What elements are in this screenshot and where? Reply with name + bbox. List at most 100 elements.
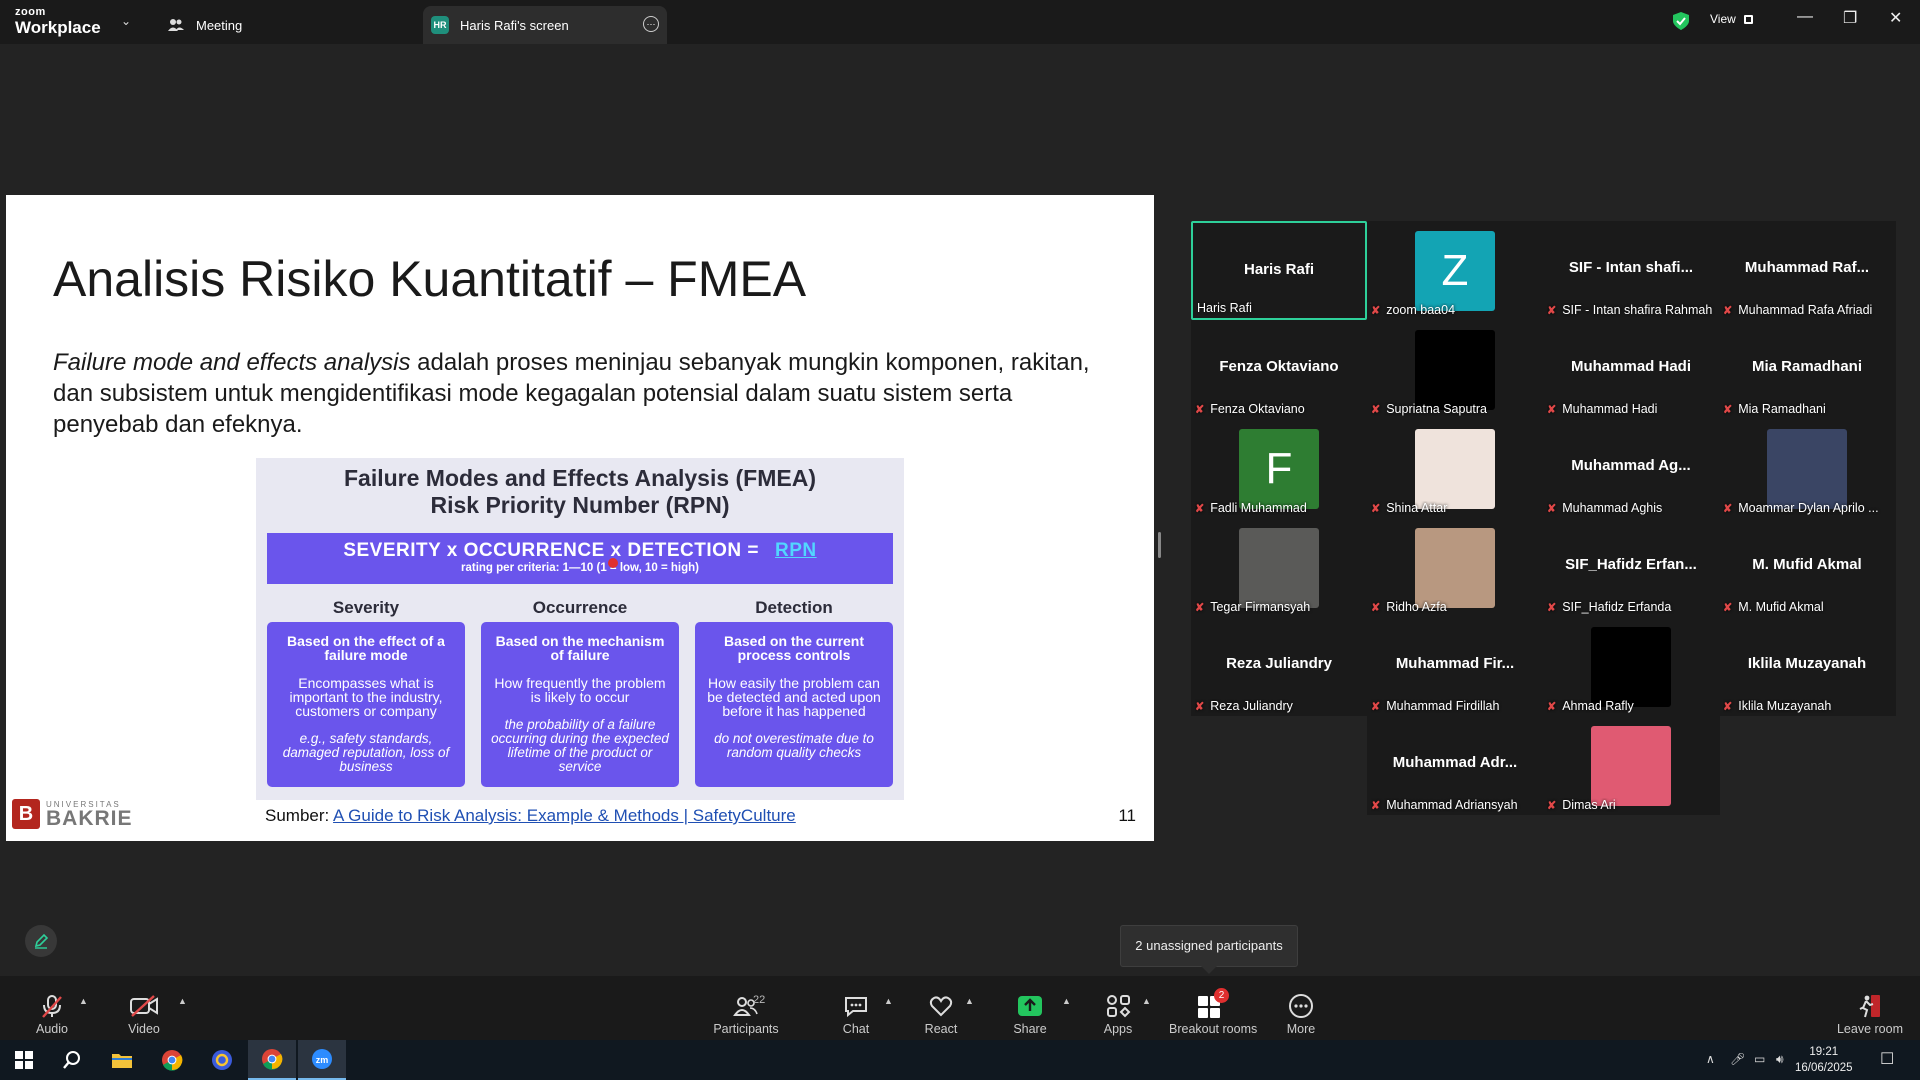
participant-name-label: ✘ Ahmad Rafly	[1547, 699, 1717, 713]
participant-tile[interactable]: Muhammad Ag... ✘ Muhammad Aghis	[1543, 419, 1719, 518]
chrome-taskbar[interactable]	[148, 1040, 196, 1080]
react-options-caret-icon[interactable]: ▲	[965, 996, 974, 1006]
participant-tile[interactable]: Mia Ramadhani ✘ Mia Ramadhani	[1719, 320, 1895, 419]
slide-source: Sumber: A Guide to Risk Analysis: Exampl…	[265, 806, 796, 826]
participant-tile[interactable]: Muhammad Adr... ✘ Muhammad Adriansyah	[1367, 716, 1543, 815]
close-icon[interactable]: ✕	[1889, 8, 1902, 28]
avatar: F	[1239, 429, 1319, 509]
annotate-button[interactable]	[25, 925, 57, 957]
audio-options-caret-icon[interactable]: ▲	[79, 996, 88, 1006]
participant-tile[interactable]: Reza Juliandry ✘ Reza Juliandry	[1191, 617, 1367, 716]
notifications-icon[interactable]: ☐	[1880, 1049, 1894, 1069]
participant-tile[interactable]: Iklila Muzayanah ✘ Iklila Muzayanah	[1719, 617, 1895, 716]
participant-display-name: Muhammad Hadi	[1570, 358, 1691, 375]
start-button[interactable]	[0, 1040, 48, 1080]
apps-options-caret-icon[interactable]: ▲	[1142, 996, 1151, 1006]
leave-room-button[interactable]: Leave room	[1830, 992, 1910, 1036]
view-label: View	[1710, 12, 1736, 26]
participant-tile[interactable]: ✘ Shina Attar	[1367, 419, 1543, 518]
source-link[interactable]: A Guide to Risk Analysis: Example & Meth…	[333, 806, 796, 825]
resize-handle[interactable]	[1158, 532, 1161, 558]
participant-tile[interactable]: M. Mufid Akmal ✘ M. Mufid Akmal	[1719, 518, 1895, 617]
avatar	[1591, 627, 1671, 707]
mic-muted-icon	[42, 995, 62, 1018]
participant-name: Fenza Oktaviano	[1210, 402, 1305, 416]
microphone-icon[interactable]: 🎤︎	[1730, 1052, 1745, 1066]
participant-tile[interactable]: ✘ Moammar Dylan Aprilo ...	[1719, 419, 1895, 518]
participant-tile[interactable]: SIF - Intan shafi... ✘ SIF - Intan shafira…	[1543, 221, 1719, 320]
participant-name: Iklila Muzayanah	[1738, 699, 1832, 713]
view-button[interactable]: View	[1710, 12, 1753, 26]
zoom-taskbar[interactable]: zm	[298, 1040, 346, 1080]
logo-big-text: Workplace	[15, 18, 101, 37]
participant-tile[interactable]: Muhammad Raf... ✘ Muhammad Rafa Afriadi	[1719, 221, 1895, 320]
avatar: HR	[431, 16, 449, 34]
volume-icon[interactable]: 🔊︎	[1776, 1052, 1784, 1067]
infographic-title-line-1: Failure Modes and Effects Analysis (FMEA…	[343, 465, 817, 491]
share-options-caret-icon[interactable]: ▲	[1062, 996, 1071, 1006]
participant-name: Muhammad Hadi	[1562, 402, 1658, 416]
participant-tile[interactable]: Muhammad Fir... ✘ Muhammad Firdillah	[1367, 617, 1543, 716]
severity-card: Based on the effect of a failure mode En…	[267, 622, 465, 787]
chat-options-caret-icon[interactable]: ▲	[884, 996, 893, 1006]
participant-name-label: ✘ Shina Attar	[1371, 501, 1541, 515]
participant-tile[interactable]: Fenza Oktaviano ✘ Fenza Oktaviano	[1191, 320, 1367, 419]
video-options-caret-icon[interactable]: ▲	[178, 996, 187, 1006]
fmea-infographic: Failure Modes and Effects Analysis (FMEA…	[256, 458, 904, 800]
share-button[interactable]: Share	[990, 992, 1070, 1036]
mic-muted-icon: ✘	[1723, 700, 1733, 713]
tab-meeting-label: Meeting	[196, 17, 243, 33]
chrome-profile-taskbar[interactable]	[248, 1040, 296, 1080]
tab-meeting[interactable]: Meeting	[168, 6, 242, 44]
detection-heading: Detection	[755, 598, 833, 617]
participant-tile[interactable]: SIF_Hafidz Erfan... ✘ SIF_Hafidz Erfanda	[1543, 518, 1719, 617]
zoom-app-icon: zm	[312, 1049, 332, 1069]
participant-tile[interactable]: F ✘ Fadli Muhammad	[1191, 419, 1367, 518]
network-icon[interactable]: ▭	[1754, 1052, 1765, 1066]
windows-logo-icon	[15, 1051, 33, 1069]
participant-display-name: SIF - Intan shafi...	[1568, 259, 1694, 276]
participant-name: M. Mufid Akmal	[1738, 600, 1824, 614]
file-explorer-taskbar[interactable]	[98, 1040, 146, 1080]
participant-tile[interactable]: ✘ Tegar Firmansyah	[1191, 518, 1367, 617]
meeting-toolbar: Audio ▲ Video ▲ 22 Participants Chat ▲ R…	[0, 976, 1920, 1040]
search-button[interactable]	[48, 1040, 96, 1080]
restore-icon[interactable]: ❐	[1843, 8, 1857, 28]
system-clock[interactable]: 19:21 16/06/2025	[1795, 1044, 1853, 1076]
participant-name: Muhammad Rafa Afriadi	[1738, 303, 1873, 317]
chevron-down-icon[interactable]: ⌄	[121, 14, 131, 28]
app-taskbar[interactable]	[198, 1040, 246, 1080]
participant-tile[interactable]: ✘ Dimas Ari	[1543, 716, 1719, 815]
participants-button[interactable]: 22 Participants	[706, 992, 786, 1036]
participant-name-label: ✘ Mia Ramadhani	[1723, 402, 1893, 416]
participant-tile[interactable]: ✘ Ahmad Rafly	[1543, 617, 1719, 716]
mic-muted-icon: ✘	[1547, 601, 1557, 614]
participant-tile[interactable]: ✘ Ridho Azfa	[1367, 518, 1543, 617]
avatar	[1415, 429, 1495, 509]
chrome-icon	[162, 1050, 183, 1071]
video-button[interactable]: Video	[104, 992, 184, 1036]
avatar: Z	[1415, 231, 1495, 311]
participant-tile[interactable]: Muhammad Hadi ✘ Muhammad Hadi	[1543, 320, 1719, 419]
breakout-rooms-button[interactable]: 2 Breakout rooms	[1169, 988, 1257, 1036]
circle-app-icon	[212, 1050, 232, 1070]
participant-tile[interactable]: Z ✘ zoom baa04	[1367, 221, 1543, 320]
more-icon	[1289, 994, 1313, 1018]
more-options-icon[interactable]: ⋯	[643, 16, 659, 32]
video-label: Video	[128, 1022, 160, 1036]
minimize-icon[interactable]: —	[1797, 8, 1813, 26]
participant-name: zoom baa04	[1386, 303, 1456, 317]
share-label: Share	[1013, 1022, 1047, 1036]
participant-tile[interactable]: ✘ Supriatna Saputra	[1367, 320, 1543, 419]
shield-icon[interactable]	[1672, 11, 1690, 31]
formula-expression: SEVERITY x OCCURRENCE x DETECTION =	[343, 540, 760, 561]
mic-muted-icon: ✘	[1723, 304, 1733, 317]
participant-display-name: Mia Ramadhani	[1751, 358, 1863, 375]
more-button[interactable]: More	[1261, 992, 1341, 1036]
infographic-title: Failure Modes and Effects Analysis (FMEA…	[256, 465, 904, 519]
search-icon	[63, 1051, 80, 1069]
chevron-up-icon[interactable]: ∧	[1706, 1052, 1715, 1066]
participant-name: Moammar Dylan Aprilo ...	[1738, 501, 1879, 515]
tab-shared-screen[interactable]: HR Haris Rafi's screen ⋯	[423, 6, 667, 44]
participant-tile[interactable]: Haris Rafi Haris Rafi	[1191, 221, 1367, 320]
